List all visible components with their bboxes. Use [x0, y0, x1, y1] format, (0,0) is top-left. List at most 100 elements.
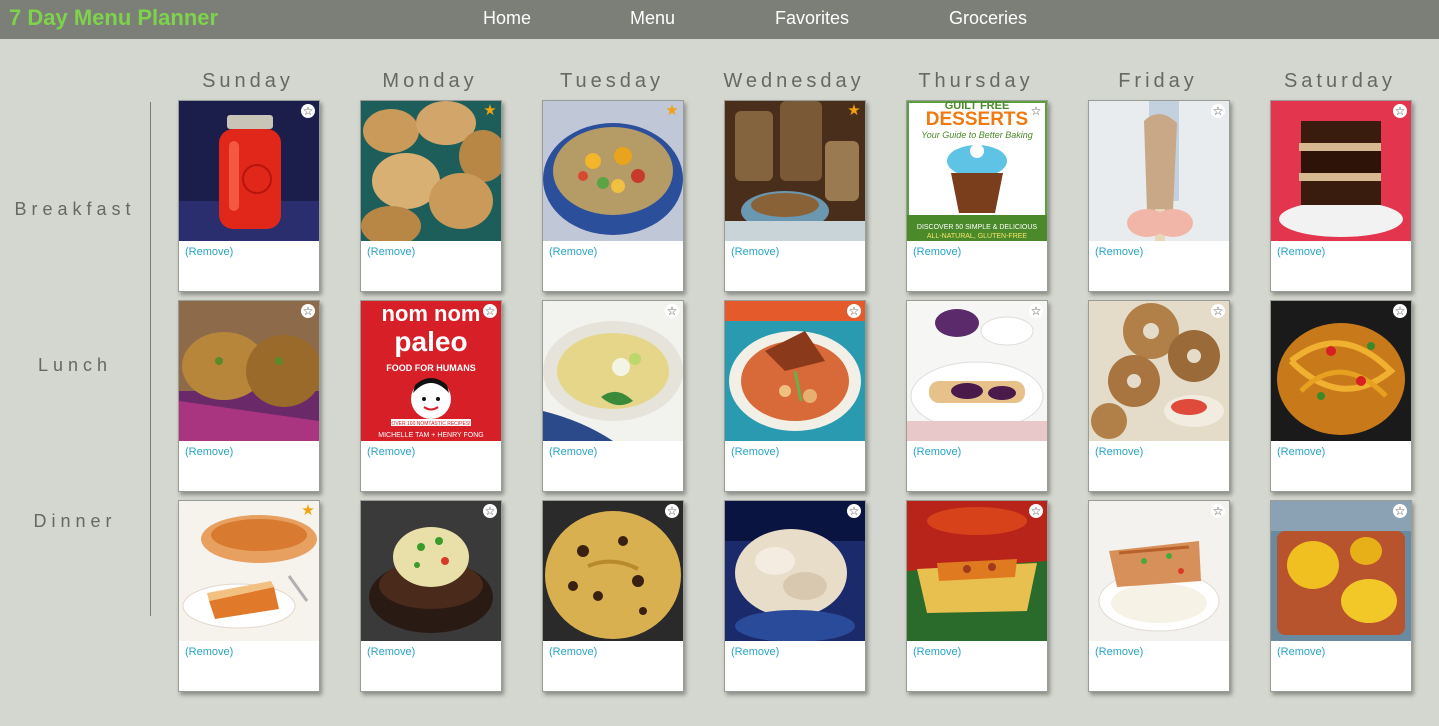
- recipe-photo-biscuits[interactable]: [361, 101, 501, 241]
- recipe-photo-stew[interactable]: [725, 301, 865, 441]
- recipe-photo-brownies[interactable]: [1271, 101, 1411, 241]
- svg-text:MICHELLE TAM + HENRY FONG: MICHELLE TAM + HENRY FONG: [378, 432, 483, 439]
- favorite-star-icon[interactable]: ☆: [1393, 504, 1407, 518]
- remove-link[interactable]: (Remove): [185, 446, 233, 458]
- main-nav: Home Menu Favorites Groceries: [0, 8, 1439, 32]
- remove-link[interactable]: (Remove): [913, 646, 961, 658]
- recipe-photo-soup-bowl[interactable]: [543, 301, 683, 441]
- meal-card-friday-dinner[interactable]: ☆ (Remove): [1088, 500, 1230, 692]
- meal-card-monday-breakfast[interactable]: ★ (Remove): [360, 100, 502, 292]
- nav-groceries[interactable]: Groceries: [949, 8, 1027, 29]
- favorite-star-filled-icon[interactable]: ★: [483, 103, 497, 118]
- remove-link[interactable]: (Remove): [731, 446, 779, 458]
- favorite-star-icon[interactable]: ☆: [1211, 104, 1225, 118]
- meal-divider: [150, 102, 151, 616]
- meal-card-sunday-breakfast[interactable]: ☆ (Remove): [178, 100, 320, 292]
- favorite-star-filled-icon[interactable]: ★: [301, 503, 315, 518]
- favorite-star-icon[interactable]: ☆: [301, 104, 315, 118]
- meal-card-saturday-dinner[interactable]: ☆ (Remove): [1270, 500, 1412, 692]
- recipe-photo-popsicle[interactable]: [1089, 101, 1229, 241]
- favorite-star-icon[interactable]: ☆: [665, 304, 679, 318]
- meal-card-monday-lunch[interactable]: nom nom paleo FOOD FOR HUMANS OVER 100 N…: [360, 300, 502, 492]
- remove-link[interactable]: (Remove): [367, 446, 415, 458]
- meal-label-breakfast: Breakfast: [14, 199, 136, 219]
- recipe-photo-stuffed-mushroom[interactable]: [361, 501, 501, 641]
- remove-link[interactable]: (Remove): [1277, 246, 1325, 258]
- favorite-star-icon[interactable]: ☆: [1211, 504, 1225, 518]
- meal-card-tuesday-lunch[interactable]: ☆ (Remove): [542, 300, 684, 492]
- remove-link[interactable]: (Remove): [549, 246, 597, 258]
- remove-link[interactable]: (Remove): [1277, 646, 1325, 658]
- meal-card-saturday-breakfast[interactable]: ☆ (Remove): [1270, 100, 1412, 292]
- meal-card-thursday-lunch[interactable]: ☆ (Remove): [906, 300, 1048, 492]
- recipe-photo-book-paleo[interactable]: nom nom paleo FOOD FOR HUMANS OVER 100 N…: [361, 301, 501, 441]
- meal-label-dinner: Dinner: [33, 511, 117, 531]
- recipe-photo-jar-sauce[interactable]: [179, 101, 319, 241]
- favorite-star-icon[interactable]: ☆: [483, 504, 497, 518]
- meal-card-friday-lunch[interactable]: ☆ (Remove): [1088, 300, 1230, 492]
- recipe-photo-granola-jars[interactable]: [725, 101, 865, 241]
- favorite-star-icon[interactable]: ☆: [847, 304, 861, 318]
- recipe-photo-poached-pears[interactable]: [1271, 501, 1411, 641]
- svg-text:nom nom: nom nom: [382, 301, 481, 326]
- favorite-star-icon[interactable]: ☆: [1393, 304, 1407, 318]
- meal-card-tuesday-dinner[interactable]: ☆ (Remove): [542, 500, 684, 692]
- remove-link[interactable]: (Remove): [1095, 246, 1143, 258]
- meal-card-monday-dinner[interactable]: ☆ (Remove): [360, 500, 502, 692]
- recipe-photo-cookie-skillet[interactable]: [543, 501, 683, 641]
- meal-card-friday-breakfast[interactable]: ☆ (Remove): [1088, 100, 1230, 292]
- remove-link[interactable]: (Remove): [367, 646, 415, 658]
- recipe-photo-book-desserts[interactable]: GUILT FREE DESSERTS Your Guide to Better…: [907, 101, 1047, 241]
- svg-text:DISCOVER 50 SIMPLE & DELICIOUS: DISCOVER 50 SIMPLE & DELICIOUS: [917, 224, 1038, 231]
- meal-card-thursday-breakfast[interactable]: GUILT FREE DESSERTS Your Guide to Better…: [906, 100, 1048, 292]
- remove-link[interactable]: (Remove): [1277, 446, 1325, 458]
- favorite-star-icon[interactable]: ☆: [1393, 104, 1407, 118]
- nav-menu[interactable]: Menu: [630, 8, 675, 29]
- remove-link[interactable]: (Remove): [1095, 646, 1143, 658]
- favorite-star-icon[interactable]: ☆: [665, 504, 679, 518]
- day-header-wednesday: Wednesday: [723, 70, 865, 92]
- remove-link[interactable]: (Remove): [1095, 446, 1143, 458]
- recipe-photo-fluffy-dish[interactable]: [725, 501, 865, 641]
- recipe-photo-pumpkin-pie[interactable]: [179, 501, 319, 641]
- nav-home[interactable]: Home: [483, 8, 531, 29]
- remove-link[interactable]: (Remove): [731, 646, 779, 658]
- svg-text:DESSERTS: DESSERTS: [926, 109, 1028, 130]
- day-header-thursday: Thursday: [918, 70, 1034, 92]
- favorite-star-icon[interactable]: ☆: [1211, 304, 1225, 318]
- day-header-friday: Friday: [1118, 70, 1198, 92]
- recipe-photo-fish-rice[interactable]: [1089, 501, 1229, 641]
- meal-card-saturday-lunch[interactable]: ☆ (Remove): [1270, 300, 1412, 492]
- remove-link[interactable]: (Remove): [549, 446, 597, 458]
- meal-card-tuesday-breakfast[interactable]: ★ (Remove): [542, 100, 684, 292]
- remove-link[interactable]: (Remove): [549, 646, 597, 658]
- recipe-photo-salad-bowl[interactable]: [543, 101, 683, 241]
- meal-card-sunday-dinner[interactable]: ★ (Remove): [178, 500, 320, 692]
- nav-favorites[interactable]: Favorites: [775, 8, 849, 29]
- meal-card-thursday-dinner[interactable]: ☆ (Remove): [906, 500, 1048, 692]
- meal-card-wednesday-breakfast[interactable]: ★ (Remove): [724, 100, 866, 292]
- favorite-star-icon[interactable]: ☆: [483, 304, 497, 318]
- favorite-star-filled-icon[interactable]: ★: [847, 103, 861, 118]
- recipe-photo-crepes[interactable]: [907, 301, 1047, 441]
- meal-card-sunday-lunch[interactable]: ☆ (Remove): [178, 300, 320, 492]
- recipe-photo-tamale[interactable]: [907, 501, 1047, 641]
- favorite-star-icon[interactable]: ☆: [1029, 104, 1043, 118]
- favorite-star-icon[interactable]: ☆: [1029, 304, 1043, 318]
- favorite-star-icon[interactable]: ☆: [847, 504, 861, 518]
- remove-link[interactable]: (Remove): [185, 246, 233, 258]
- favorite-star-filled-icon[interactable]: ★: [665, 103, 679, 118]
- remove-link[interactable]: (Remove): [913, 246, 961, 258]
- favorite-star-icon[interactable]: ☆: [1029, 504, 1043, 518]
- recipe-photo-noodles[interactable]: [1271, 301, 1411, 441]
- recipe-photo-crab-cakes[interactable]: [179, 301, 319, 441]
- remove-link[interactable]: (Remove): [731, 246, 779, 258]
- recipe-photo-bagels[interactable]: [1089, 301, 1229, 441]
- meal-card-wednesday-dinner[interactable]: ☆ (Remove): [724, 500, 866, 692]
- remove-link[interactable]: (Remove): [367, 246, 415, 258]
- favorite-star-icon[interactable]: ☆: [301, 304, 315, 318]
- meal-card-wednesday-lunch[interactable]: ☆ (Remove): [724, 300, 866, 492]
- remove-link[interactable]: (Remove): [185, 646, 233, 658]
- remove-link[interactable]: (Remove): [913, 446, 961, 458]
- day-header-tuesday: Tuesday: [560, 70, 664, 92]
